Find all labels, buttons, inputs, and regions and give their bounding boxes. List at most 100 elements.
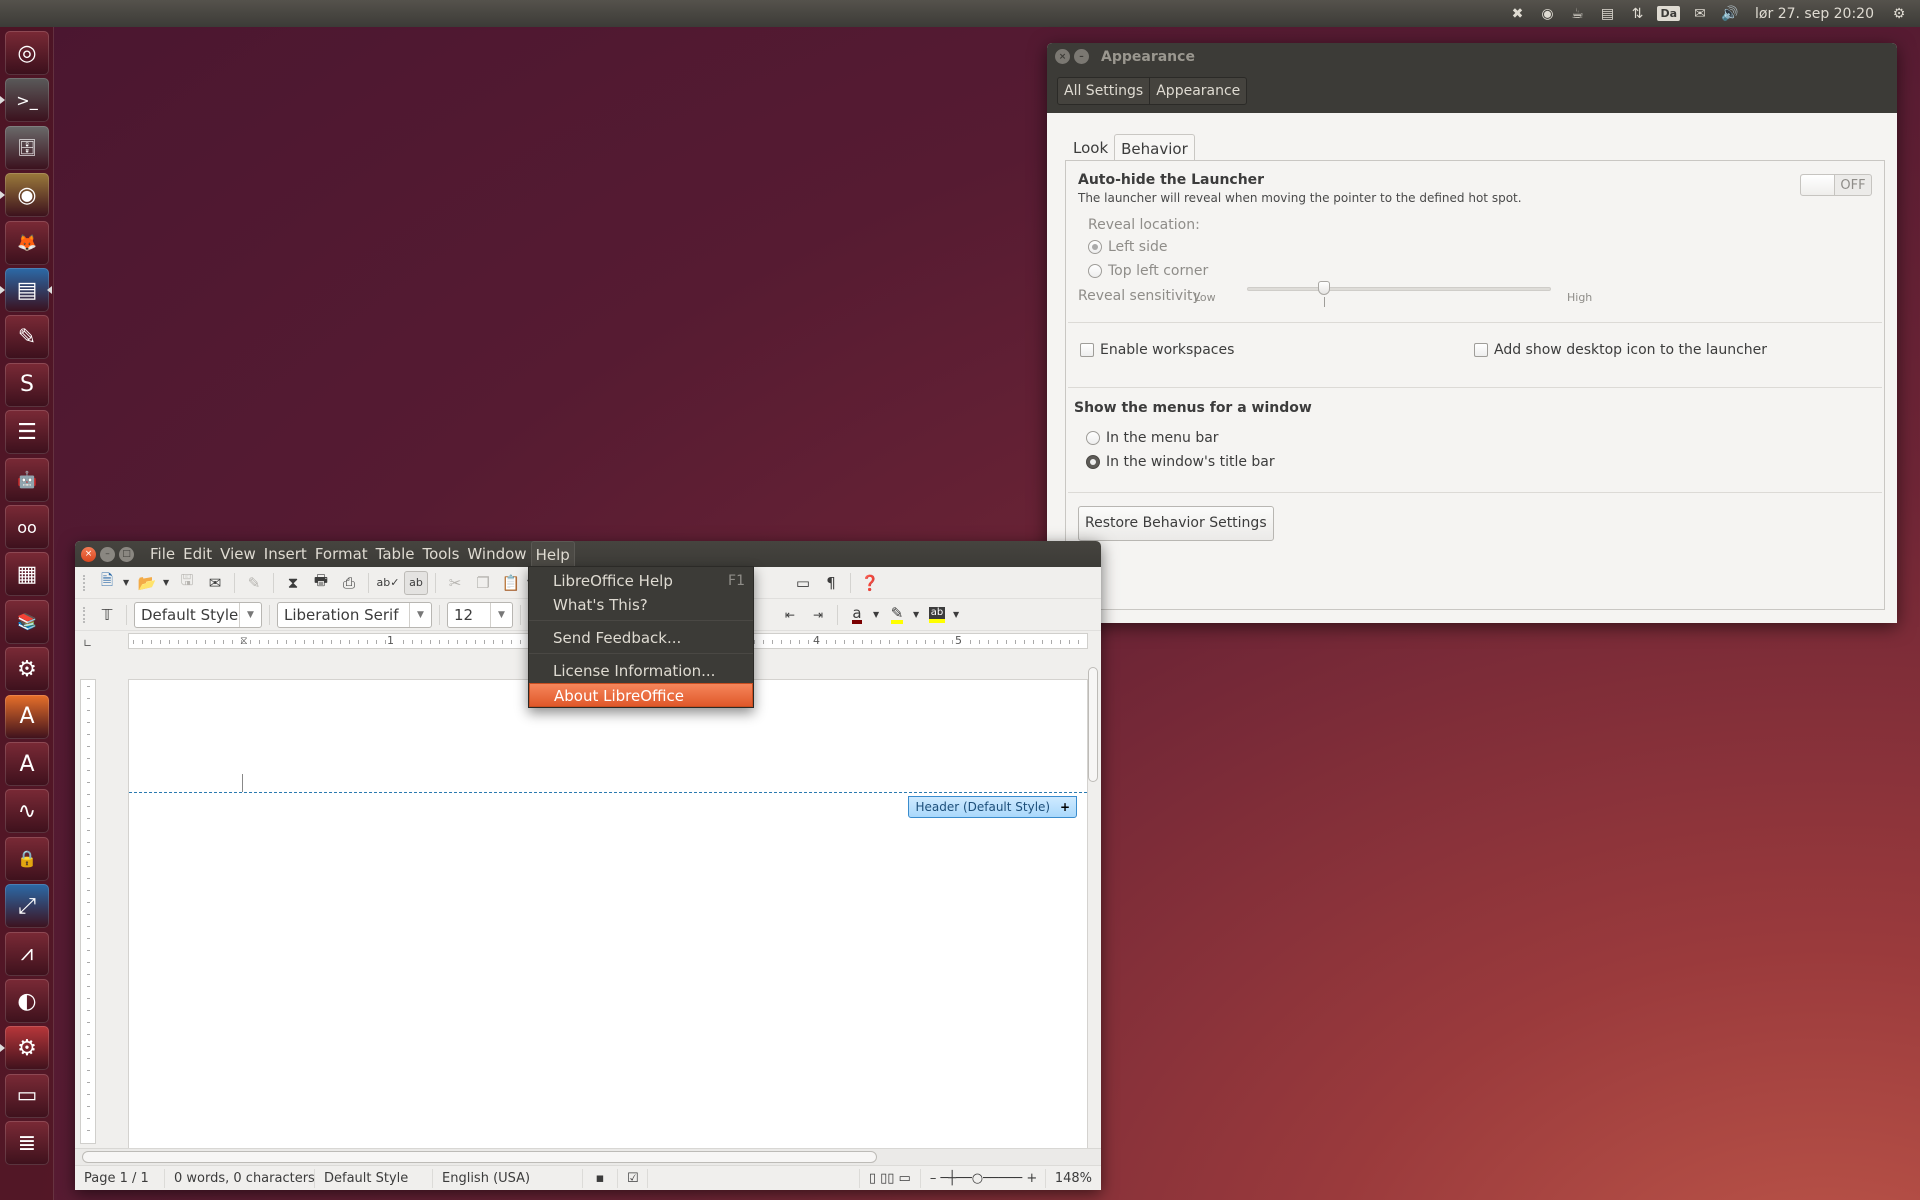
show-desktop-icon[interactable]: Add show desktop icon to the launcher <box>1474 342 1767 358</box>
tab-behavior[interactable]: Behavior <box>1114 134 1195 161</box>
horizontal-scrollbar[interactable] <box>75 1148 1101 1165</box>
dropdown-arrow-icon[interactable]: ▼ <box>873 610 881 619</box>
launcher-sublime-text-icon[interactable]: S <box>5 362 49 407</box>
menu-insert[interactable]: Insert <box>260 541 311 567</box>
view-layout-icons[interactable]: ▯ ▯▯ ▭ <box>858 1168 921 1188</box>
spellcheck-icon[interactable]: ab✓ <box>376 571 400 595</box>
horizontal-scroll-thumb[interactable] <box>82 1151 877 1163</box>
mail-icon[interactable]: ✉ <box>1685 0 1715 27</box>
vertical-ruler[interactable] <box>80 679 96 1144</box>
chevron-down-icon[interactable]: ▼ <box>490 602 512 627</box>
menu-item-libreoffice-help[interactable]: LibreOffice Help F1 <box>529 569 753 593</box>
launcher-software-updater-icon[interactable]: A <box>5 742 49 786</box>
chrome-icon[interactable]: ◉ <box>1532 0 1562 27</box>
export-pdf-icon[interactable]: ⧗ <box>281 571 305 595</box>
insert-mode-icon[interactable]: ▪ <box>583 1168 618 1188</box>
highlighting-icon[interactable]: ✎ <box>885 603 909 627</box>
edit-file-icon[interactable]: ✎ <box>242 571 266 595</box>
enable-workspaces[interactable]: Enable workspaces <box>1080 342 1234 358</box>
radio-top-left-corner[interactable] <box>1088 264 1102 278</box>
vertical-scrollbar[interactable] <box>1087 653 1099 1148</box>
font-size-combo[interactable]: 12 ▼ <box>447 601 513 628</box>
dropdown-arrow-icon[interactable]: ▼ <box>123 578 131 587</box>
increase-indent-icon[interactable]: ⇥ <box>806 603 830 627</box>
launcher-steam-icon[interactable]: ⚙ <box>5 647 49 692</box>
status-page-style[interactable]: Default Style <box>315 1168 433 1188</box>
header-button[interactable]: Header (Default Style) + <box>908 796 1077 818</box>
menu-window[interactable]: Window <box>463 541 530 567</box>
email-icon[interactable]: ✉ <box>203 571 227 595</box>
new-document-icon[interactable]: 🗎 <box>95 571 119 595</box>
menu-item-license-information[interactable]: License Information... <box>529 659 753 683</box>
launcher-keepass-icon[interactable]: 🔒 <box>5 836 49 881</box>
dropdown-arrow-icon[interactable]: ▼ <box>953 610 961 619</box>
launcher-terminal-icon[interactable]: >_ <box>5 78 49 123</box>
tab-stop-type-icon[interactable]: ∟ <box>83 637 92 650</box>
menus-in-title-bar[interactable]: In the window's title bar <box>1086 454 1275 470</box>
character-background-icon[interactable]: ab <box>925 603 949 627</box>
zoom-slider[interactable]: – ─┼──○───── + <box>921 1168 1046 1188</box>
copy-icon[interactable]: ❐ <box>471 571 495 595</box>
launcher-eclipse-icon[interactable]: ☰ <box>5 410 49 455</box>
launcher-stacked-drives-icon[interactable]: ≣ <box>5 1121 49 1166</box>
status-page[interactable]: Page 1 / 1 <box>75 1168 165 1188</box>
launcher-system-settings-icon[interactable]: ⚙ <box>5 1026 49 1071</box>
open-folder-icon[interactable]: 📂 <box>135 571 159 595</box>
font-name-combo[interactable]: Liberation Serif ▼ <box>277 601 432 628</box>
network-icon[interactable]: ⇅ <box>1622 0 1652 27</box>
checkbox-enable-workspaces[interactable] <box>1080 343 1094 357</box>
help-icon[interactable]: ❓ <box>858 571 882 595</box>
menu-item-about-libreoffice[interactable]: About LibreOffice <box>529 683 753 707</box>
formatting-marks-icon[interactable]: ¶ <box>819 571 843 595</box>
menu-item-send-feedback[interactable]: Send Feedback... <box>529 626 753 650</box>
menu-format[interactable]: Format <box>311 541 372 567</box>
dropdown-arrow-icon[interactable]: ▼ <box>913 610 921 619</box>
radio-title-bar[interactable] <box>1086 455 1100 469</box>
cup-icon[interactable]: ☕ <box>1562 0 1592 27</box>
launcher-disc-burner-icon[interactable]: ◐ <box>5 979 49 1023</box>
vertical-scroll-thumb[interactable] <box>1088 667 1098 782</box>
launcher-firefox-icon[interactable]: 🦊 <box>5 220 49 265</box>
paste-icon[interactable]: 📋 <box>499 571 523 595</box>
menu-file[interactable]: File <box>146 541 179 567</box>
tab-look[interactable]: Look <box>1067 134 1114 161</box>
launcher-calibre-library-icon[interactable]: 📚 <box>5 599 49 644</box>
cut-icon[interactable]: ✂ <box>443 571 467 595</box>
keyboard-layout-icon[interactable]: Da <box>1652 0 1685 27</box>
menu-view[interactable]: View <box>216 541 260 567</box>
paragraph-style-combo[interactable]: Default Style ▼ <box>134 601 262 628</box>
save-icon[interactable]: 🖫 <box>175 571 199 595</box>
chevron-down-icon[interactable]: ▼ <box>239 602 261 627</box>
reveal-left-side[interactable]: Left side <box>1088 239 1167 255</box>
clock[interactable]: lør 27. sep 20:20 <box>1745 0 1884 27</box>
menu-help[interactable]: Help <box>530 541 575 567</box>
radio-menu-bar[interactable] <box>1086 431 1100 445</box>
status-word-count[interactable]: 0 words, 0 characters <box>165 1168 315 1188</box>
add-header-plus-icon[interactable]: + <box>1060 800 1070 814</box>
launcher-chrome-icon[interactable]: ◉ <box>5 173 49 218</box>
maximize-icon[interactable]: □ <box>119 546 134 562</box>
notes-icon[interactable]: ▤ <box>1592 0 1622 27</box>
indent-marker[interactable]: ⧖ <box>240 634 248 648</box>
chevron-down-icon[interactable]: ▼ <box>409 602 431 627</box>
sensitivity-slider[interactable] <box>1247 281 1551 307</box>
launcher-libreoffice-writer-icon[interactable]: ▤ <box>5 268 49 312</box>
launcher-remote-desktop-icon[interactable]: ⤢ <box>5 884 49 929</box>
close-icon[interactable]: × <box>1055 49 1070 64</box>
minimize-icon[interactable]: – <box>1074 49 1089 64</box>
toolbar-grip[interactable] <box>83 606 87 623</box>
dropbox-icon[interactable]: ✖ <box>1502 0 1532 27</box>
power-gear-icon[interactable]: ⚙ <box>1884 0 1914 27</box>
menu-tools[interactable]: Tools <box>418 541 463 567</box>
styles-icon[interactable]: 𝕋 <box>95 603 119 627</box>
zoom-level[interactable]: 148% <box>1046 1169 1101 1188</box>
checkbox-show-desktop-icon[interactable] <box>1474 343 1488 357</box>
launcher-calculator-icon[interactable]: ▦ <box>5 552 49 597</box>
menu-item-what-s-this[interactable]: What's This? <box>529 593 753 617</box>
print-icon[interactable]: 🖶 <box>309 571 333 595</box>
breadcrumb-all-settings[interactable]: All Settings <box>1058 78 1151 104</box>
status-language[interactable]: English (USA) <box>433 1168 583 1188</box>
radio-left-side[interactable] <box>1088 240 1102 254</box>
launcher-software-center-icon[interactable]: A <box>5 694 49 739</box>
font-color-icon[interactable]: a <box>845 603 869 627</box>
